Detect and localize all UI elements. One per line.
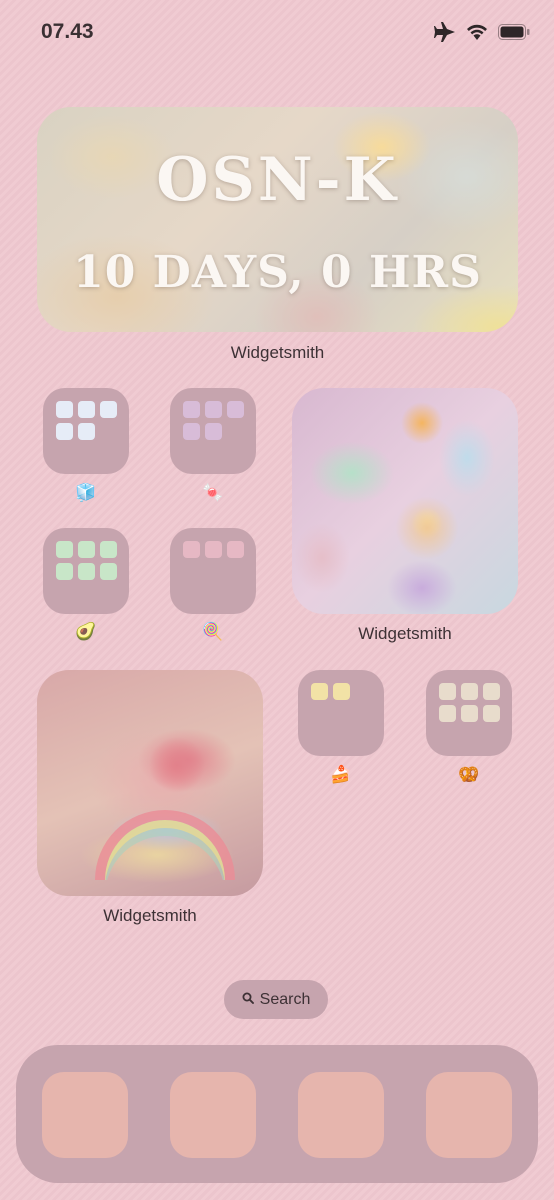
app-thumb: [439, 705, 456, 722]
photo-widget-party-label: Widgetsmith: [358, 624, 452, 643]
rainbow-decoration: [95, 810, 235, 880]
app-thumb: [100, 401, 117, 418]
status-bar: 07.43: [0, 0, 554, 66]
folder-cake[interactable]: [298, 670, 384, 756]
app-thumb: [78, 401, 95, 418]
dock-app-2[interactable]: [170, 1072, 256, 1158]
photo-widget-party[interactable]: [292, 388, 518, 614]
folder-app-grid: [56, 401, 117, 440]
status-icons: [434, 22, 530, 42]
battery-icon: [498, 24, 530, 40]
status-time: 07.43: [41, 20, 94, 43]
app-thumb: [205, 541, 222, 558]
app-thumb: [78, 541, 95, 558]
wifi-icon: [466, 23, 488, 41]
search-button[interactable]: Search: [224, 980, 328, 1019]
folder-lollipop[interactable]: [170, 528, 256, 614]
app-thumb: [56, 563, 73, 580]
folder-avocado-label: 🥑: [75, 622, 97, 641]
folder-cake-label: 🍰: [330, 765, 352, 784]
app-thumb: [483, 683, 500, 700]
app-thumb: [56, 541, 73, 558]
app-thumb: [333, 683, 350, 700]
folder-candy[interactable]: [170, 388, 256, 474]
app-thumb: [78, 563, 95, 580]
folder-app-grid: [311, 683, 372, 700]
folder-lollipop-label: 🍭: [202, 622, 224, 641]
app-thumb: [227, 541, 244, 558]
folder-pretzel-label: 🥨: [458, 765, 480, 784]
folder-ice-label: 🧊: [75, 483, 97, 502]
app-thumb: [56, 423, 73, 440]
photo-widget-cake-label: Widgetsmith: [103, 906, 197, 925]
dock-app-1[interactable]: [42, 1072, 128, 1158]
folder-app-grid: [183, 541, 244, 558]
app-thumb: [205, 401, 222, 418]
app-thumb: [311, 683, 328, 700]
search-icon: [242, 991, 254, 1009]
folder-app-grid: [183, 401, 244, 440]
photo-widget-cake[interactable]: [37, 670, 263, 896]
app-thumb: [183, 541, 200, 558]
dock-app-4[interactable]: [426, 1072, 512, 1158]
countdown-title: OSN-K: [156, 145, 399, 215]
dock: [16, 1045, 538, 1183]
app-thumb: [439, 683, 456, 700]
countdown-remaining: 10 DAYS, 0 HRS: [73, 247, 482, 298]
app-thumb: [227, 401, 244, 418]
app-thumb: [100, 541, 117, 558]
folder-ice[interactable]: [43, 388, 129, 474]
dock-app-3[interactable]: [298, 1072, 384, 1158]
search-label: Search: [259, 990, 311, 1008]
app-thumb: [183, 401, 200, 418]
folder-avocado[interactable]: [43, 528, 129, 614]
folder-pretzel[interactable]: [426, 670, 512, 756]
app-thumb: [205, 423, 222, 440]
folder-app-grid: [56, 541, 117, 580]
app-thumb: [183, 423, 200, 440]
app-thumb: [56, 401, 73, 418]
app-thumb: [78, 423, 95, 440]
folder-app-grid: [439, 683, 500, 722]
app-thumb: [483, 705, 500, 722]
app-thumb: [461, 705, 478, 722]
countdown-widget-label: Widgetsmith: [230, 343, 325, 362]
app-thumb: [461, 683, 478, 700]
airplane-icon: [434, 22, 456, 42]
countdown-widget[interactable]: OSN-K 10 DAYS, 0 HRS: [37, 107, 518, 332]
folder-candy-label: 🍬: [202, 483, 224, 502]
app-thumb: [100, 563, 117, 580]
